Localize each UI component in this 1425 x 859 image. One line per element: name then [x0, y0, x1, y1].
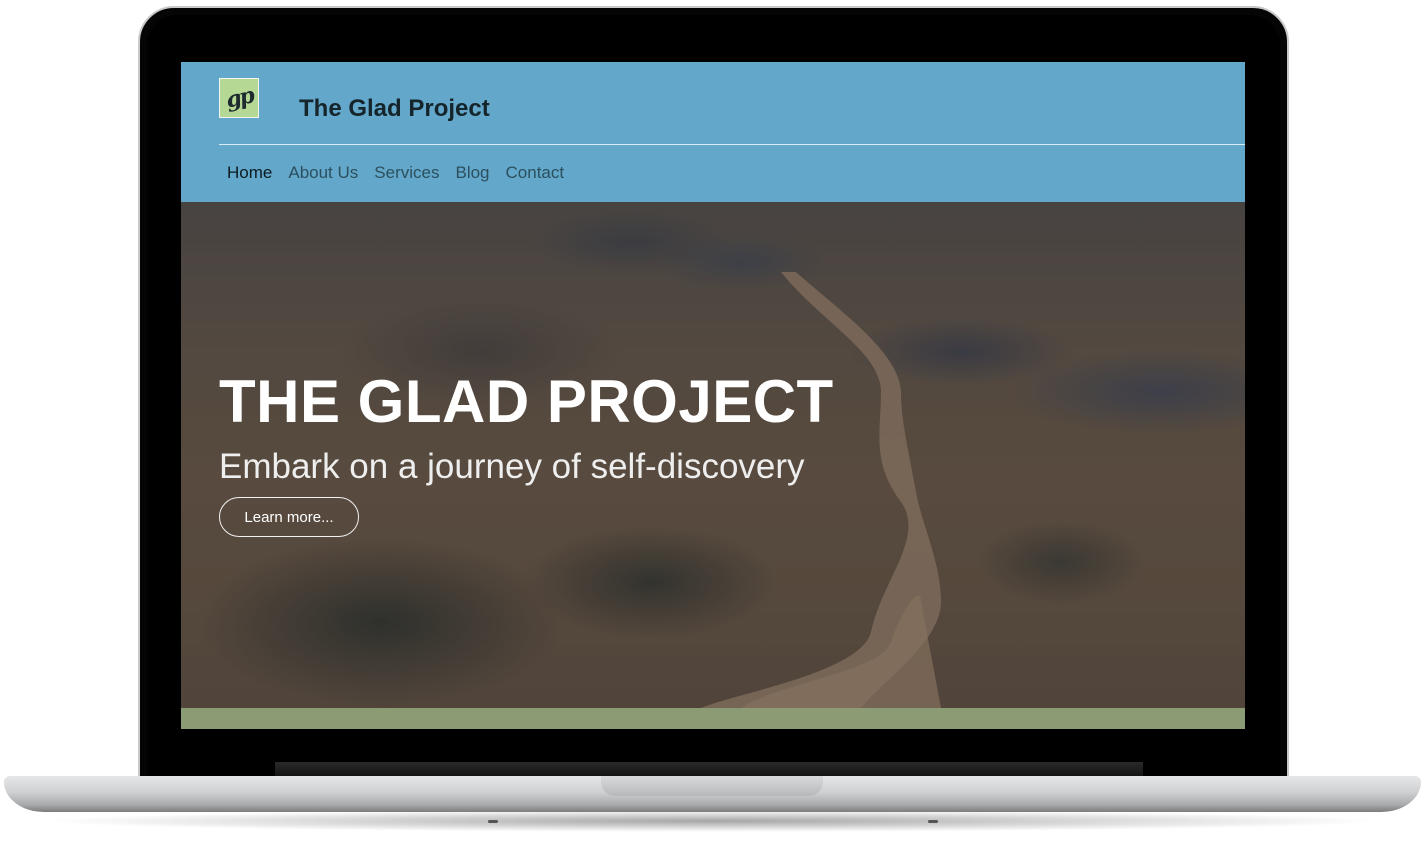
hero-section: THE GLAD PROJECT Embark on a journey of … [181, 202, 1245, 708]
hero-subtitle: Embark on a journey of self-discovery [219, 447, 805, 486]
nav-item-blog[interactable]: Blog [447, 162, 497, 184]
nav-item-services[interactable]: Services [366, 162, 447, 184]
logo-mark: gp [223, 82, 255, 114]
section-divider-band [181, 708, 1245, 729]
device-mockup: gp The Glad Project Home About Us Servic… [0, 0, 1425, 859]
hero-title: THE GLAD PROJECT [219, 368, 834, 435]
nav-item-home[interactable]: Home [219, 162, 280, 184]
site-header: gp The Glad Project Home About Us Servic… [181, 62, 1245, 202]
header-divider [219, 144, 1245, 145]
site-title[interactable]: The Glad Project [299, 95, 490, 123]
main-nav: Home About Us Services Blog Contact [219, 162, 572, 184]
laptop-notch [601, 776, 823, 796]
laptop-foot [928, 820, 938, 823]
laptop-shadow [40, 810, 1385, 832]
laptop-screen: gp The Glad Project Home About Us Servic… [181, 62, 1245, 729]
laptop-foot [488, 820, 498, 823]
site-logo[interactable]: gp [219, 78, 259, 118]
nav-item-contact[interactable]: Contact [498, 162, 573, 184]
learn-more-button[interactable]: Learn more... [219, 497, 359, 537]
nav-item-about-us[interactable]: About Us [280, 162, 366, 184]
